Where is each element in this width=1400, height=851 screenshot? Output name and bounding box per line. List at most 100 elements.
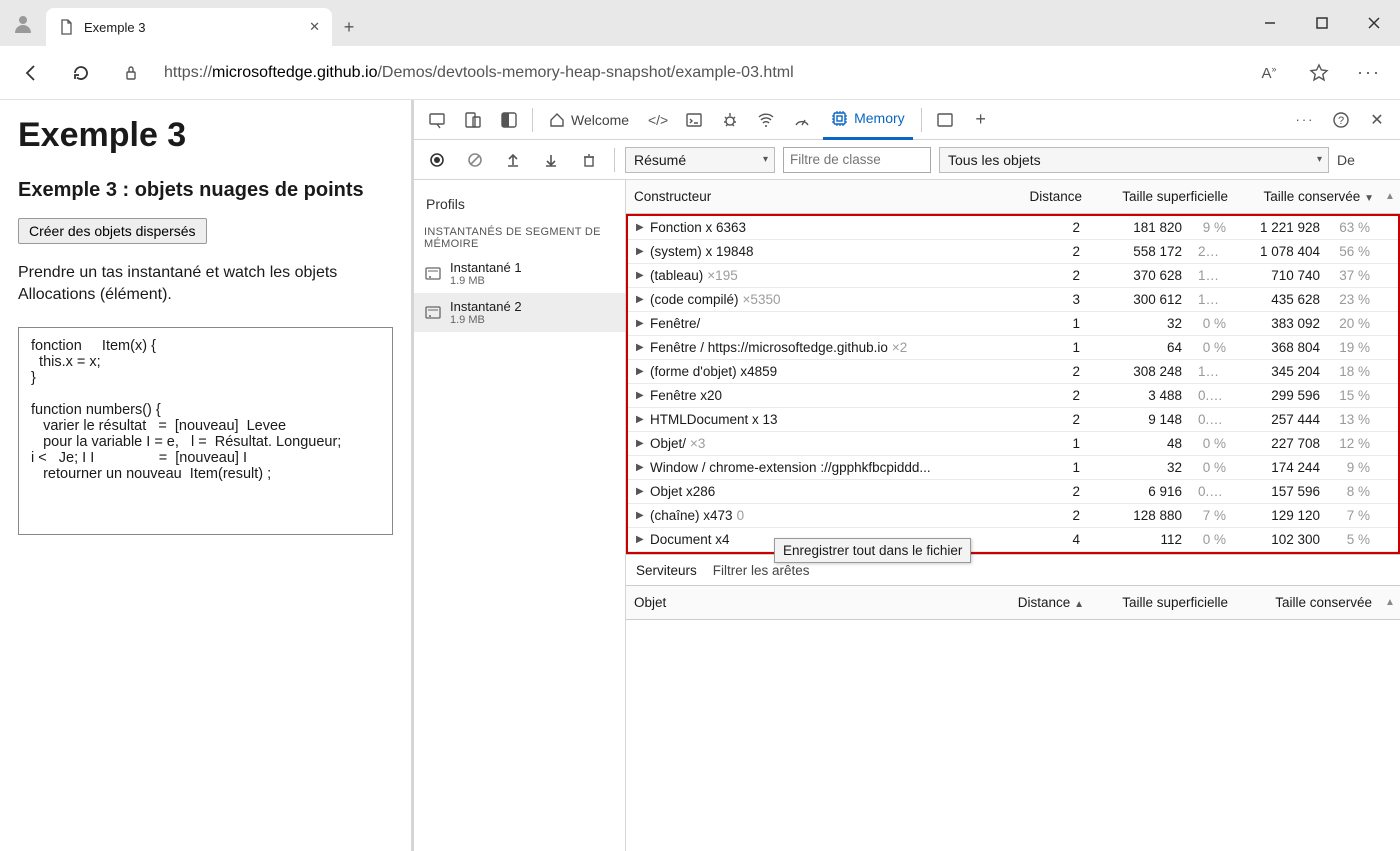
- row-name: (forme d'objet) x4859: [650, 364, 777, 379]
- device-icon[interactable]: [458, 105, 488, 135]
- ret-header-retained[interactable]: Taille conservée: [1236, 595, 1380, 610]
- row-distance: 2: [1002, 220, 1088, 235]
- snapshot-name: Instantané 2: [450, 299, 522, 314]
- table-row[interactable]: ▶Window / chrome-extension ://gpphkfbcpi…: [628, 456, 1398, 480]
- network-icon[interactable]: [751, 105, 781, 135]
- row-retained-pct: 9 %: [1328, 460, 1378, 475]
- page-h2: Exemple 3 : objets nuages de points: [18, 179, 393, 202]
- table-row[interactable]: ▶Fenêtre/ 1 32 0 % 383 092 20 %: [628, 312, 1398, 336]
- ret-header-scroll[interactable]: ▲: [1380, 597, 1400, 608]
- row-name: Objet x286: [650, 484, 715, 499]
- maximize-button[interactable]: [1296, 0, 1348, 46]
- row-distance: 2: [1002, 244, 1088, 259]
- performance-icon[interactable]: [787, 105, 817, 135]
- row-distance: 2: [1002, 268, 1088, 283]
- profile-avatar[interactable]: [0, 0, 46, 46]
- close-tab-icon[interactable]: ✕: [309, 19, 320, 35]
- more-menu-icon[interactable]: ···: [1352, 56, 1386, 90]
- row-shallow-pct: 19 %: [1190, 268, 1234, 283]
- site-info-icon[interactable]: [114, 56, 148, 90]
- row-shallow-pct: 0 %: [1190, 316, 1234, 331]
- row-shallow-pct: 16 %: [1190, 364, 1234, 379]
- help-icon[interactable]: ?: [1326, 105, 1356, 135]
- ret-header-distance[interactable]: Distance ▲: [1004, 595, 1090, 610]
- snapshot-item[interactable]: Instantané 11.9 MB: [414, 254, 625, 293]
- table-row[interactable]: ▶(chaîne) x473 0 2 128 880 7 % 129 120 7…: [628, 504, 1398, 528]
- new-panel-icon[interactable]: [930, 105, 960, 135]
- table-row[interactable]: ▶(system) x 19848 2 558 172 29 % 1 078 4…: [628, 240, 1398, 264]
- table-row[interactable]: ▶(forme d'objet) x4859 2 308 248 16 % 34…: [628, 360, 1398, 384]
- row-name: Fenêtre/: [650, 316, 700, 331]
- elements-icon[interactable]: </>: [643, 105, 673, 135]
- create-objects-button[interactable]: Créer des objets dispersés: [18, 218, 207, 244]
- devtools-more-icon[interactable]: ···: [1290, 105, 1320, 135]
- inspect-icon[interactable]: [422, 105, 452, 135]
- truncated-label: De: [1337, 152, 1355, 168]
- header-constructor[interactable]: Constructeur: [626, 189, 1004, 204]
- row-shallow-pct: 0 %: [1190, 460, 1234, 475]
- ret-header-shallow[interactable]: Taille superficielle: [1090, 595, 1236, 610]
- refresh-button[interactable]: [64, 56, 98, 90]
- row-distance: 1: [1002, 436, 1088, 451]
- snapshot-icon: [424, 304, 442, 322]
- all-objects-dropdown[interactable]: Tous les objets: [939, 147, 1329, 173]
- sources-bug-icon[interactable]: [715, 105, 745, 135]
- table-row[interactable]: ▶(code compilé) ×5350 3 300 612 16 % 435…: [628, 288, 1398, 312]
- header-shallow[interactable]: Taille superficielle: [1090, 189, 1236, 204]
- chip-icon: [831, 110, 848, 127]
- heap-snapshots-label: INSTANTANÉS DE SEGMENT DE MÉMOIRE: [414, 222, 625, 254]
- header-retained[interactable]: Taille conservée ▼: [1236, 189, 1380, 204]
- tab-welcome[interactable]: Welcome: [541, 100, 637, 140]
- row-name: Objet/: [650, 436, 686, 451]
- gc-icon[interactable]: [574, 145, 604, 175]
- table-row[interactable]: ▶ Objet x286 2 6 916 0.4 % 157 596 8 %: [628, 480, 1398, 504]
- new-tab-button[interactable]: +: [332, 8, 366, 46]
- browser-tab[interactable]: Exemple 3 ✕: [46, 8, 332, 46]
- row-retained-pct: 56 %: [1328, 244, 1378, 259]
- row-shallow-size: 48: [1088, 436, 1190, 451]
- tab-memory[interactable]: Memory: [823, 100, 913, 140]
- close-devtools-icon[interactable]: ✕: [1362, 105, 1392, 135]
- code-box[interactable]: fonction Item(x) { this.x = x; } functio…: [18, 327, 393, 535]
- snapshot-item[interactable]: Instantané 21.9 MB: [414, 293, 625, 332]
- class-filter-input[interactable]: [783, 147, 931, 173]
- summary-dropdown[interactable]: Résumé: [625, 147, 775, 173]
- favorite-icon[interactable]: [1302, 56, 1336, 90]
- upload-icon[interactable]: [498, 145, 528, 175]
- read-aloud-icon[interactable]: A»: [1252, 56, 1286, 90]
- row-shallow-size: 3 488: [1088, 388, 1190, 403]
- row-shallow-size: 308 248: [1088, 364, 1190, 379]
- dark-mode-icon[interactable]: [494, 105, 524, 135]
- row-name: HTMLDocument x 13: [650, 412, 778, 427]
- row-shallow-pct: 0.5 %: [1190, 412, 1234, 427]
- table-row[interactable]: ▶Fenêtre x20 2 3 488 0.2 % 299 596 15 %: [628, 384, 1398, 408]
- table-row[interactable]: ▶Fenêtre / https://microsoftedge.github.…: [628, 336, 1398, 360]
- address-bar[interactable]: https://microsoftedge.github.io/Demos/de…: [164, 64, 1236, 82]
- row-retained-pct: 19 %: [1328, 340, 1378, 355]
- row-name: Window / chrome-extension ://gpphkfbcpid…: [650, 460, 931, 475]
- table-row[interactable]: ▶Fonction x 6363 2 181 820 9 % 1 221 928…: [628, 216, 1398, 240]
- row-count: 0: [737, 508, 745, 523]
- minimize-button[interactable]: [1244, 0, 1296, 46]
- back-button[interactable]: [14, 56, 48, 90]
- table-row[interactable]: ▶(tableau) ×195 2 370 628 19 % 710 740 3…: [628, 264, 1398, 288]
- row-distance: 2: [1002, 484, 1088, 499]
- table-row[interactable]: ▶Document x4 4 112 0 % 102 300 5 %: [628, 528, 1398, 552]
- close-window-button[interactable]: [1348, 0, 1400, 46]
- table-row[interactable]: ▶Objet/ ×3 1 48 0 % 227 708 12 %: [628, 432, 1398, 456]
- row-name: (tableau): [650, 268, 703, 283]
- filter-edges-label[interactable]: Filtrer les arêtes: [713, 563, 810, 578]
- ret-header-object[interactable]: Objet: [626, 595, 1004, 610]
- header-sort-icon[interactable]: ▲: [1380, 191, 1400, 202]
- header-distance[interactable]: Distance: [1004, 189, 1090, 204]
- row-retained-pct: 5 %: [1328, 532, 1378, 547]
- table-row[interactable]: ▶HTMLDocument x 13 2 9 148 0.5 % 257 444…: [628, 408, 1398, 432]
- home-icon: [549, 112, 565, 128]
- context-menu-save-all[interactable]: Enregistrer tout dans le fichier: [774, 538, 971, 563]
- clear-icon[interactable]: [460, 145, 490, 175]
- add-tab-icon[interactable]: +: [966, 105, 996, 135]
- row-shallow-size: 64: [1088, 340, 1190, 355]
- record-icon[interactable]: [422, 145, 452, 175]
- console-icon[interactable]: [679, 105, 709, 135]
- download-icon[interactable]: [536, 145, 566, 175]
